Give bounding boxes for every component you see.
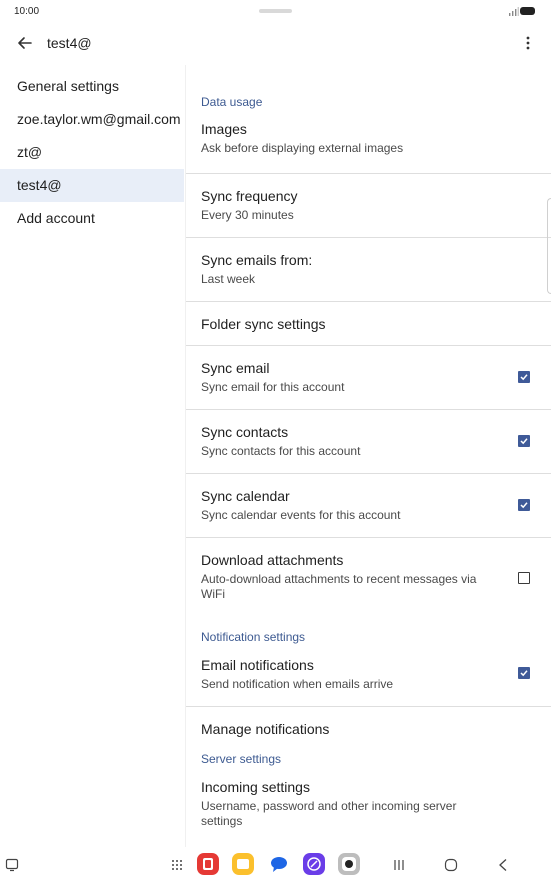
back-nav-icon[interactable]	[497, 858, 509, 872]
battery-icon	[520, 7, 535, 15]
section-header-notifications: Notification settings	[201, 630, 306, 644]
sync-calendar-checkbox[interactable]	[518, 499, 530, 511]
pref-title: Incoming settings	[201, 779, 310, 795]
pref-title: Sync calendar	[201, 488, 290, 504]
app-bar: test4@	[0, 28, 551, 58]
sync-contacts-checkbox[interactable]	[518, 435, 530, 447]
back-arrow-icon[interactable]	[14, 34, 36, 52]
taskbar-icon[interactable]	[5, 858, 19, 872]
sidebar-item-account-test4[interactable]: test4@	[0, 169, 184, 202]
settings-list[interactable]: Data usage Images Ask before displaying …	[185, 65, 551, 847]
signal-icon	[509, 7, 519, 16]
pref-title: Sync emails from:	[201, 252, 313, 268]
home-icon[interactable]	[444, 858, 458, 872]
pref-sync-contacts[interactable]: Sync contacts Sync contacts for this acc…	[186, 410, 551, 474]
drag-handle	[259, 9, 292, 13]
app-camera-icon[interactable]	[338, 853, 360, 875]
app-yellow-icon[interactable]	[232, 853, 254, 875]
edge-panel-handle[interactable]	[547, 198, 551, 294]
pref-subtitle: Sync email for this account	[201, 380, 345, 394]
page-title: test4@	[47, 35, 92, 51]
app-chat-icon[interactable]	[269, 854, 289, 874]
more-options-icon[interactable]	[518, 34, 538, 52]
status-bar: 10:00	[0, 0, 551, 24]
pref-title: Manage notifications	[201, 721, 330, 737]
pref-subtitle: Auto-download attachments to recent mess…	[201, 572, 477, 601]
pref-title: Email notifications	[201, 657, 314, 673]
pref-sync-emails-from[interactable]: Sync emails from: Last week	[186, 238, 551, 302]
sidebar-item-general-settings[interactable]: General settings	[0, 70, 184, 103]
pref-incoming-settings[interactable]: Incoming settings Username, password and…	[186, 777, 551, 828]
pref-subtitle: Ask before displaying external images	[201, 141, 404, 155]
pref-sync-frequency[interactable]: Sync frequency Every 30 minutes	[186, 174, 551, 238]
sidebar-item-add-account[interactable]: Add account	[0, 202, 184, 235]
account-sidebar: General settings zoe.taylor.wm@gmail.com…	[0, 70, 184, 235]
pref-folder-sync-settings[interactable]: Folder sync settings	[186, 302, 551, 346]
download-attachments-checkbox[interactable]	[518, 572, 530, 584]
pref-subtitle: Every 30 minutes	[201, 208, 294, 222]
app-red-icon[interactable]	[197, 853, 219, 875]
pref-title: Download attachments	[201, 552, 344, 568]
pref-download-attachments[interactable]: Download attachments Auto-download attac…	[186, 538, 551, 622]
pref-images[interactable]: Images Ask before displaying external im…	[186, 121, 551, 174]
pref-email-notifications[interactable]: Email notifications Send notification wh…	[186, 655, 551, 707]
apps-grid-icon[interactable]	[171, 859, 183, 871]
section-header-data-usage: Data usage	[201, 95, 263, 109]
pref-title: Sync email	[201, 360, 270, 376]
status-time: 10:00	[14, 6, 40, 17]
recents-icon[interactable]	[392, 859, 406, 871]
pref-title: Sync contacts	[201, 424, 289, 440]
pref-subtitle: Last week	[201, 272, 256, 286]
pref-subtitle: Sync calendar events for this account	[201, 508, 401, 522]
pref-sync-calendar[interactable]: Sync calendar Sync calendar events for t…	[186, 474, 551, 538]
navigation-bar	[0, 850, 551, 882]
sidebar-item-account-zt[interactable]: zt@	[0, 136, 184, 169]
pref-manage-notifications[interactable]: Manage notifications	[186, 707, 551, 751]
sidebar-item-account-zoe[interactable]: zoe.taylor.wm@gmail.com	[0, 103, 184, 136]
pref-title: Folder sync settings	[201, 316, 326, 332]
app-purple-icon[interactable]	[303, 853, 325, 875]
pref-subtitle: Username, password and other incoming se…	[201, 799, 457, 828]
pref-title: Sync frequency	[201, 188, 298, 204]
pref-sync-email[interactable]: Sync email Sync email for this account	[186, 346, 551, 410]
email-notifications-checkbox[interactable]	[518, 667, 530, 679]
section-header-server: Server settings	[201, 752, 282, 766]
pref-title: Images	[201, 121, 247, 137]
pref-subtitle: Send notification when emails arrive	[201, 677, 394, 691]
sync-email-checkbox[interactable]	[518, 371, 530, 383]
pref-subtitle: Sync contacts for this account	[201, 444, 361, 458]
